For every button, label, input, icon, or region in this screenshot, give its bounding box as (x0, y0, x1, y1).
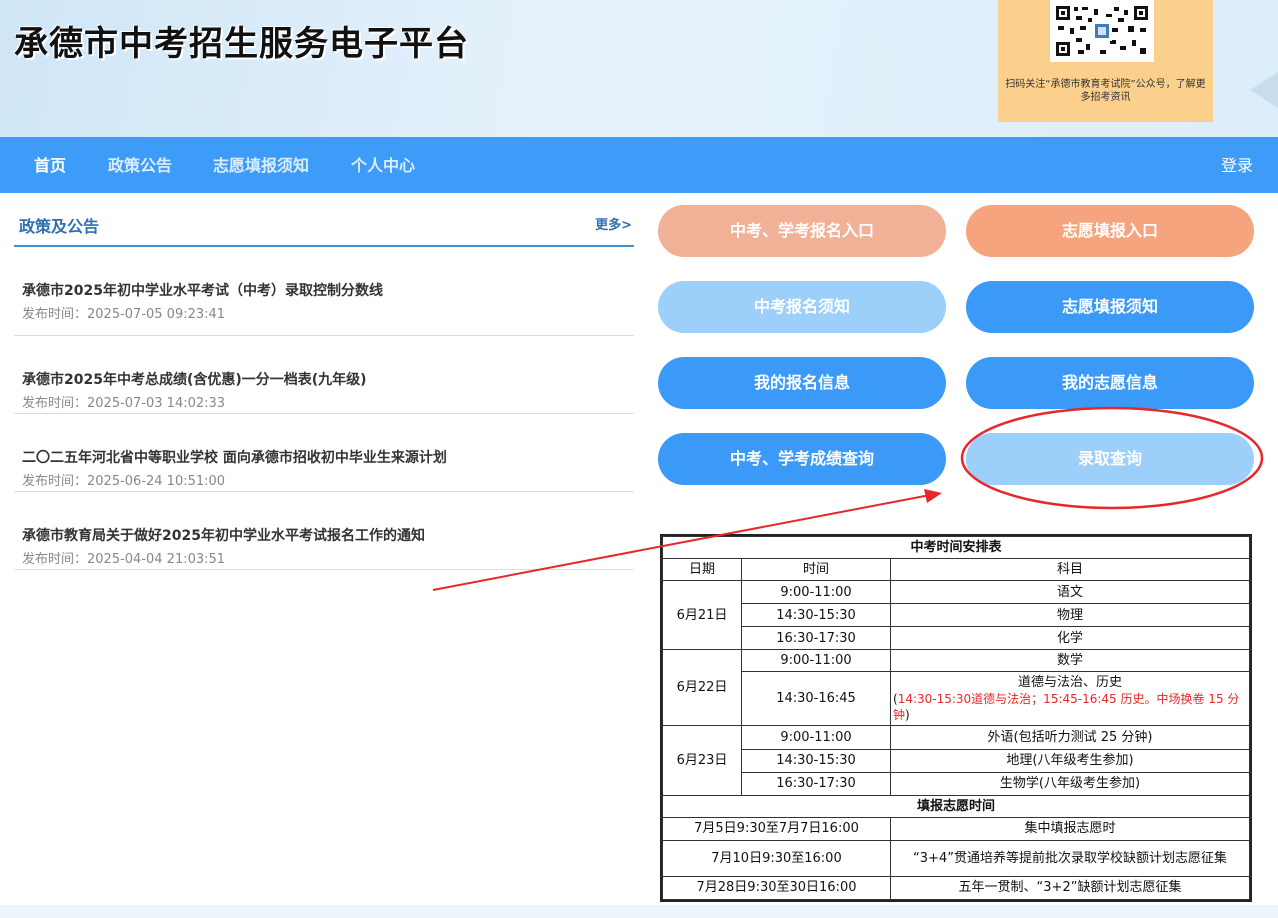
banner-arrow-icon (1250, 72, 1278, 108)
volunteer-notice-button[interactable]: 志愿填报须知 (966, 281, 1254, 333)
schedule-date: 6月22日 (662, 649, 742, 727)
notice-panel: 政策及公告 更多> 承德市2025年初中学业水平考试（中考）录取控制分数线 发布… (14, 193, 634, 570)
schedule-time: 16:30-17:30 (741, 771, 891, 796)
notice-item-date: 发布时间：2025-07-05 09:23:41 (22, 307, 226, 322)
volunteer-period: 7月10日9:30至16:00 (662, 839, 891, 877)
volunteer-period: 7月28日9:30至30日16:00 (662, 875, 891, 901)
notice-item-title[interactable]: 承德市2025年中考总成绩(含优惠)一分一档表(九年级) (22, 369, 367, 389)
exam-schedule-table: 中考时间安排表 日期 时间 科目 6月21日 9:00-11:00 语文 14:… (660, 534, 1252, 902)
notice-item-date: 发布时间：2025-04-04 21:03:51 (22, 552, 226, 567)
volunteer-period: 7月5日9:30至7月7日16:00 (662, 816, 891, 841)
score-query-button[interactable]: 中考、学考成绩查询 (658, 433, 946, 485)
annotation-arrowhead-icon (924, 489, 942, 503)
schedule-time: 9:00-11:00 (741, 580, 891, 605)
main-nav: 首页 政策公告 志愿填报须知 个人中心 登录 (0, 137, 1278, 193)
nav-personal-center[interactable]: 个人中心 (351, 137, 415, 193)
schedule-subject: 地理(八年级考生参加) (890, 748, 1250, 773)
notice-item-date: 发布时间：2025-07-03 14:02:33 (22, 396, 226, 411)
nav-policy[interactable]: 政策公告 (108, 137, 172, 193)
list-item[interactable]: 承德市教育局关于做好2025年初中学业水平考试报名工作的通知 发布时间：2025… (14, 492, 634, 570)
site-title: 承德市中考招生服务电子平台 (14, 24, 469, 64)
volunteer-time-title: 填报志愿时间 (662, 794, 1250, 818)
schedule-note-red: 14:30-15:30道德与法治；15:45-16:45 历史。中场换卷 15 … (893, 691, 1240, 722)
footer-strip (0, 905, 1278, 918)
list-item[interactable]: 二〇二五年河北省中等职业学校 面向承德市招收初中毕业生来源计划 发布时间：202… (14, 414, 634, 492)
volunteer-desc: 集中填报志愿时 (890, 816, 1250, 841)
my-volunteer-info-button[interactable]: 我的志愿信息 (966, 357, 1254, 409)
notice-list: 承德市2025年初中学业水平考试（中考）录取控制分数线 发布时间：2025-07… (14, 247, 634, 570)
nav-home[interactable]: 首页 (34, 137, 66, 193)
notice-title: 政策及公告 (19, 217, 100, 236)
register-entry-button[interactable]: 中考、学考报名入口 (658, 205, 946, 257)
schedule-subject: 化学 (890, 626, 1250, 651)
volunteer-entry-button[interactable]: 志愿填报入口 (966, 205, 1254, 257)
login-link[interactable]: 登录 (1221, 137, 1253, 193)
schedule-time: 9:00-11:00 (741, 649, 891, 673)
notice-item-title[interactable]: 二〇二五年河北省中等职业学校 面向承德市招收初中毕业生来源计划 (22, 447, 447, 467)
notice-header: 政策及公告 更多> (14, 193, 634, 247)
schedule-title: 中考时间安排表 (662, 535, 1250, 560)
schedule-note-close: ) (905, 707, 910, 722)
volunteer-desc: “3+4”贯通培养等提前批次录取学校缺额计划志愿征集 (890, 839, 1250, 877)
qr-code-icon (1050, 0, 1154, 62)
notice-item-title[interactable]: 承德市2025年初中学业水平考试（中考）录取控制分数线 (22, 280, 383, 300)
list-item[interactable]: 承德市2025年中考总成绩(含优惠)一分一档表(九年级) 发布时间：2025-0… (14, 336, 634, 414)
schedule-subject: 语文 (890, 580, 1250, 605)
schedule-subject: 生物学(八年级考生参加) (890, 771, 1250, 796)
schedule-header-time: 时间 (741, 558, 891, 582)
schedule-header-subject: 科目 (890, 558, 1250, 582)
notice-item-title[interactable]: 承德市教育局关于做好2025年初中学业水平考试报名工作的通知 (22, 525, 425, 545)
schedule-subject: 外语(包括听力测试 25 分钟) (890, 725, 1250, 750)
my-register-info-button[interactable]: 我的报名信息 (658, 357, 946, 409)
schedule-time: 16:30-17:30 (741, 626, 891, 651)
volunteer-desc: 五年一贯制、“3+2”缺额计划志愿征集 (890, 875, 1250, 901)
schedule-date: 6月21日 (662, 580, 742, 651)
qr-caption: 扫码关注“承德市教育考试院”公众号，了解更多招考资讯 (1005, 79, 1206, 103)
schedule-date: 6月23日 (662, 725, 742, 796)
schedule-subject: 数学 (890, 649, 1250, 673)
qr-card: 扫码关注“承德市教育考试院”公众号，了解更多招考资讯 (998, 0, 1213, 122)
schedule-time: 14:30-16:45 (741, 671, 891, 727)
schedule-header-date: 日期 (662, 558, 742, 582)
schedule-time: 9:00-11:00 (741, 725, 891, 750)
admission-query-button[interactable]: 录取查询 (966, 433, 1254, 485)
nav-volunteer-notice[interactable]: 志愿填报须知 (213, 137, 309, 193)
schedule-time: 14:30-15:30 (741, 748, 891, 773)
schedule-subject: 道德与法治、历史 (1017, 674, 1122, 690)
list-item[interactable]: 承德市2025年初中学业水平考试（中考）录取控制分数线 发布时间：2025-07… (14, 247, 634, 336)
more-link[interactable]: 更多> (595, 214, 632, 233)
schedule-subject-detail: 道德与法治、历史 (14:30-15:30道德与法治；15:45-16:45 历… (890, 671, 1250, 727)
register-notice-button[interactable]: 中考报名须知 (658, 281, 946, 333)
header-banner: 承德市中考招生服务电子平台 扫码关注“承德市教育考试院”公众号，了解更多招考资讯 (0, 0, 1278, 137)
schedule-subject: 物理 (890, 603, 1250, 628)
schedule-time: 14:30-15:30 (741, 603, 891, 628)
notice-item-date: 发布时间：2025-06-24 10:51:00 (22, 474, 226, 489)
